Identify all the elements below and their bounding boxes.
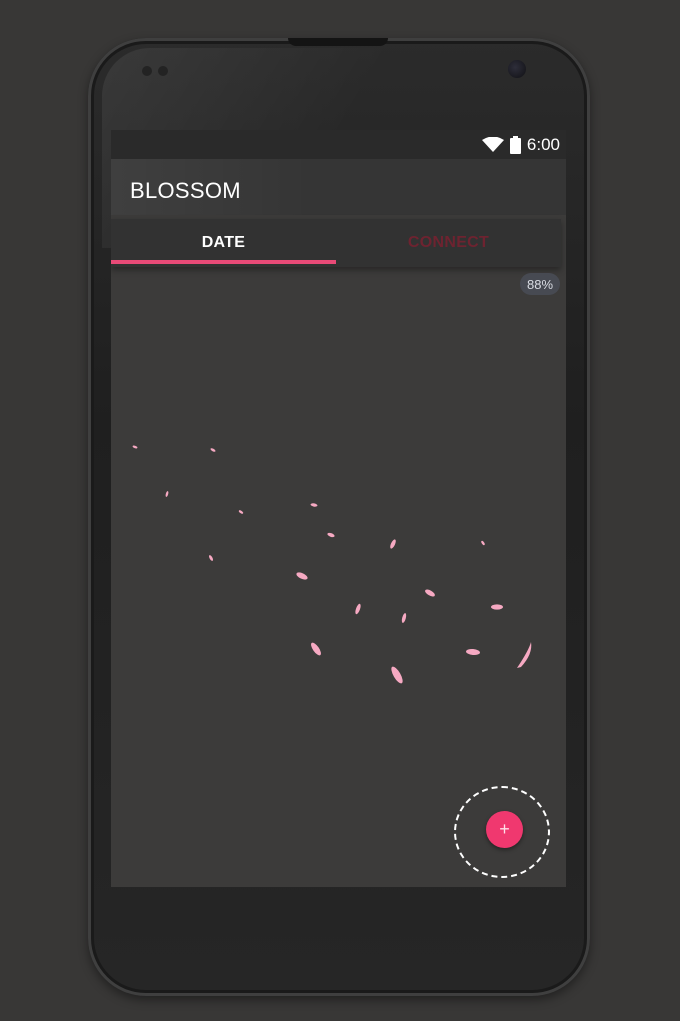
- petal: [425, 589, 435, 597]
- plus-icon: +: [499, 819, 510, 839]
- petal: [238, 510, 244, 514]
- petal: [466, 648, 480, 656]
- petal: [401, 613, 407, 623]
- device-screen: 6:00 BLOSSOM DATE CONNECT 88% +: [111, 130, 566, 887]
- battery-icon: [509, 136, 521, 154]
- app-title: BLOSSOM: [130, 178, 241, 203]
- tab-indicator: [111, 260, 336, 264]
- petal: [517, 642, 532, 668]
- light-sensor: [158, 66, 168, 76]
- tab-connect[interactable]: CONNECT: [336, 219, 561, 267]
- add-fab-button[interactable]: +: [486, 811, 523, 848]
- petal: [296, 572, 308, 580]
- petal: [355, 603, 361, 615]
- petal: [310, 503, 318, 507]
- petal: [391, 666, 403, 684]
- status-icons: 6:00: [481, 135, 560, 155]
- petal: [481, 540, 485, 546]
- zoom-badge: 88%: [520, 273, 560, 295]
- status-bar: 6:00: [111, 130, 566, 159]
- petal: [132, 445, 138, 449]
- petal: [311, 642, 321, 656]
- petal: [390, 539, 396, 549]
- app-bar: BLOSSOM: [111, 159, 566, 215]
- proximity-sensor: [142, 66, 152, 76]
- clock: 6:00: [526, 135, 560, 154]
- petal: [491, 604, 503, 610]
- front-camera-icon: [508, 60, 526, 78]
- petal: [165, 491, 169, 497]
- petal: [327, 532, 335, 538]
- earpiece-speaker: [288, 38, 388, 46]
- wifi-icon: [481, 137, 504, 152]
- petal: [210, 448, 216, 452]
- petal: [208, 555, 214, 561]
